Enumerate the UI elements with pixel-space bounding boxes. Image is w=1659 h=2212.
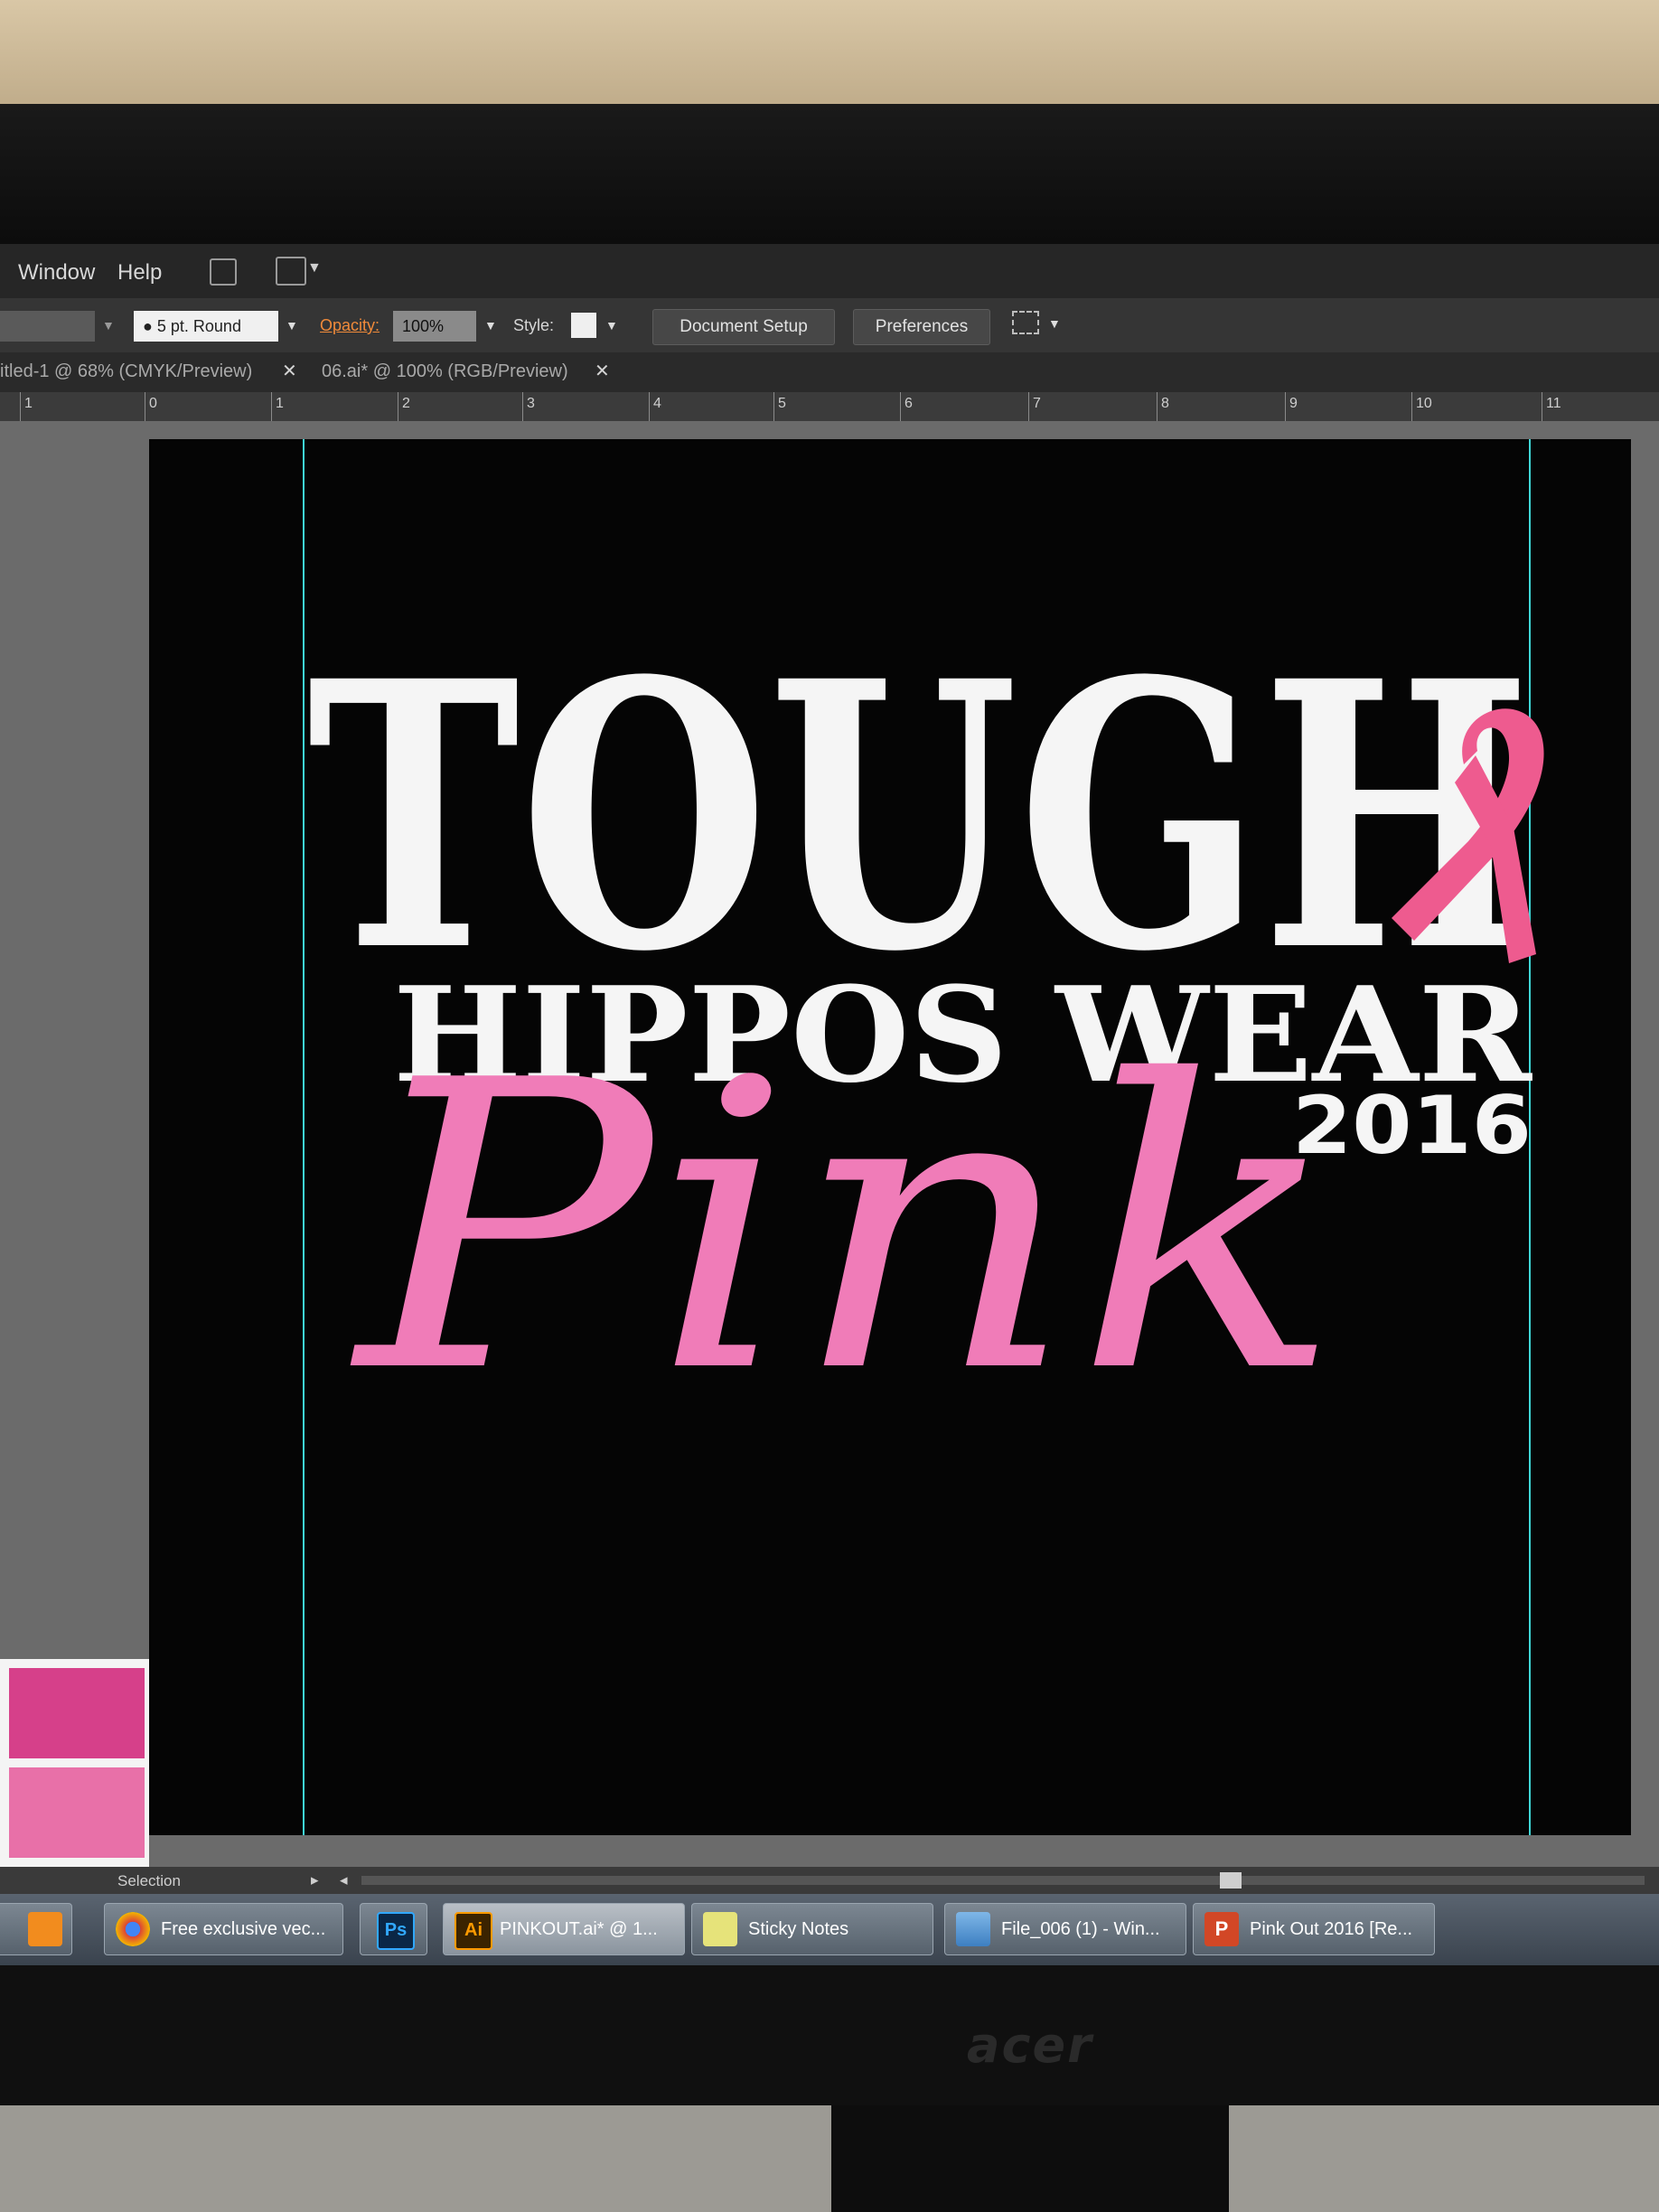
powerpoint-icon: P <box>1204 1912 1239 1946</box>
chevron-down-icon[interactable]: ▼ <box>1048 316 1061 331</box>
chevron-down-icon[interactable]: ▼ <box>286 318 298 333</box>
preferences-button[interactable]: Preferences <box>853 309 990 345</box>
taskbar-photo-viewer[interactable]: File_006 (1) - Win... <box>944 1903 1186 1955</box>
taskbar-media-player[interactable] <box>0 1903 72 1955</box>
chrome-icon <box>116 1912 150 1946</box>
ruler-label: 2 <box>402 396 410 411</box>
monitor-brand-logo: acer <box>967 2017 1093 2074</box>
ruler-label: 9 <box>1289 396 1298 411</box>
horizontal-scrollbar[interactable] <box>361 1872 1645 1889</box>
media-player-icon <box>28 1912 62 1946</box>
status-bar: Selection ▸ ◂ <box>0 1867 1659 1894</box>
chevron-down-icon[interactable]: ▼ <box>484 318 497 333</box>
ruler-label: 11 <box>1546 396 1561 411</box>
monitor-stand <box>831 2105 1229 2212</box>
menu-bar: Window Help ▼ <box>0 244 1659 298</box>
taskbar-label: Sticky Notes <box>748 1919 849 1939</box>
opacity-label[interactable]: Opacity: <box>320 316 380 335</box>
taskbar-powerpoint[interactable]: P Pink Out 2016 [Re... <box>1193 1903 1435 1955</box>
sticky-notes-icon <box>703 1912 737 1946</box>
horizontal-ruler[interactable]: 1 0 1 2 3 4 5 6 7 8 9 10 11 <box>0 392 1659 422</box>
style-label: Style: <box>513 316 555 334</box>
opacity-input[interactable]: 100% <box>393 311 476 342</box>
close-icon[interactable]: ✕ <box>595 360 610 382</box>
desk-surface <box>0 2105 1659 2212</box>
ruler-label: 0 <box>149 396 157 411</box>
pink-script-text[interactable]: Pink <box>350 997 1342 1459</box>
play-icon[interactable]: ▸ <box>311 1871 319 1889</box>
stroke-weight-field[interactable] <box>0 311 95 342</box>
brush-dot-icon: ● <box>143 317 153 335</box>
monitor-bezel-top <box>0 104 1659 253</box>
scroll-left-icon[interactable]: ◂ <box>340 1871 348 1889</box>
document-setup-button[interactable]: Document Setup <box>652 309 835 345</box>
current-tool-label[interactable]: Selection <box>117 1872 181 1890</box>
pasteboard[interactable]: TOUGH HIPPOS WEAR 2016 Pink <box>0 421 1659 1965</box>
photo-viewer-icon <box>956 1912 990 1946</box>
chevron-down-icon[interactable]: ▼ <box>102 318 115 333</box>
arrange-documents-icon[interactable] <box>1012 311 1039 334</box>
ruler-label: 8 <box>1161 396 1169 411</box>
taskbar-label: File_006 (1) - Win... <box>1001 1919 1160 1939</box>
menu-help[interactable]: Help <box>117 260 162 286</box>
taskbar-label: PINKOUT.ai* @ 1... <box>500 1919 658 1939</box>
ruler-label: 1 <box>276 396 284 411</box>
ruler-label: 3 <box>527 396 535 411</box>
menu-window[interactable]: Window <box>18 260 95 286</box>
graphic-style-swatch[interactable] <box>571 313 596 338</box>
taskbar-label: Pink Out 2016 [Re... <box>1250 1919 1413 1939</box>
windows-taskbar: Free exclusive vec... Ps Ai PINKOUT.ai* … <box>0 1894 1659 1965</box>
control-bar: ▼ ● 5 pt. Round ▼ Opacity: 100% ▼ Style:… <box>0 298 1659 352</box>
artwork-svg: TOUGH HIPPOS WEAR 2016 Pink <box>307 602 1544 1459</box>
monitor-screen: Window Help ▼ ▼ ● 5 pt. Round ▼ Opacity:… <box>0 244 1659 1965</box>
bridge-icon[interactable] <box>210 258 237 286</box>
close-icon[interactable]: ✕ <box>282 360 297 382</box>
scrollbar-thumb[interactable] <box>1220 1872 1242 1889</box>
ruler-label: 1 <box>24 396 33 411</box>
taskbar-illustrator[interactable]: Ai PINKOUT.ai* @ 1... <box>443 1903 685 1955</box>
taskbar-sticky-notes[interactable]: Sticky Notes <box>691 1903 933 1955</box>
photoshop-icon: Ps <box>377 1912 415 1950</box>
document-tab-bar: itled-1 @ 68% (CMYK/Preview) ✕ 06.ai* @ … <box>0 352 1659 392</box>
workspace-layout-icon[interactable] <box>276 257 306 286</box>
swatch-medium-pink[interactable] <box>9 1767 145 1858</box>
brush-definition-select[interactable]: ● 5 pt. Round <box>134 311 278 342</box>
taskbar-photoshop[interactable]: Ps <box>360 1903 427 1955</box>
artboard[interactable]: TOUGH HIPPOS WEAR 2016 Pink <box>149 439 1631 1835</box>
taskbar-chrome[interactable]: Free exclusive vec... <box>104 1903 343 1955</box>
brush-definition-value: 5 pt. Round <box>156 317 241 335</box>
tab-06-ai[interactable]: 06.ai* @ 100% (RGB/Preview) <box>322 361 568 382</box>
ruler-label: 7 <box>1033 396 1041 411</box>
ruler-label: 6 <box>904 396 913 411</box>
taskbar-label: Free exclusive vec... <box>161 1919 326 1939</box>
ruler-label: 5 <box>778 396 786 411</box>
ruler-label: 10 <box>1416 396 1432 411</box>
illustrator-icon: Ai <box>455 1912 492 1950</box>
chevron-down-icon[interactable]: ▼ <box>605 318 618 333</box>
chevron-down-icon[interactable]: ▼ <box>307 260 322 276</box>
swatch-dark-pink[interactable] <box>9 1668 145 1758</box>
ruler-label: 4 <box>653 396 661 411</box>
tab-untitled-1[interactable]: itled-1 @ 68% (CMYK/Preview) <box>0 361 252 382</box>
